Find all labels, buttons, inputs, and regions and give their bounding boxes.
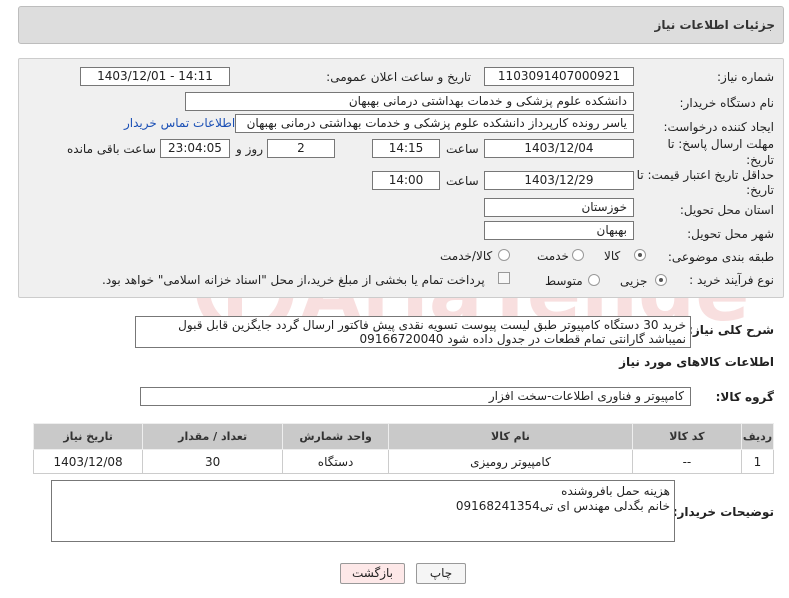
buyer-contact-link[interactable]: اطلاعات تماس خریدار xyxy=(124,116,235,130)
remaining-time-label: ساعت باقی مانده xyxy=(67,142,157,156)
goods-table: ردیف کد کالا نام کالا واحد شمارش تعداد /… xyxy=(32,423,775,474)
city-label: شهر محل تحویل: xyxy=(687,227,774,241)
treasury-payment-checkbox[interactable] xyxy=(498,272,510,284)
process-label: نوع فرآیند خرید : xyxy=(689,273,774,287)
validity-time-label: ساعت xyxy=(446,174,479,188)
days-remaining-field: 2 xyxy=(267,139,335,158)
cell-row: 1 xyxy=(740,449,775,474)
category-option-service: خدمت xyxy=(537,249,569,263)
city-field: بهبهان xyxy=(484,221,634,240)
deadline-label: مهلت ارسال پاسخ: تا xyxy=(667,137,774,151)
col-row: ردیف xyxy=(740,423,775,450)
page-header: جزئیات اطلاعات نیاز xyxy=(18,6,784,44)
need-number-field: 1103091407000921 xyxy=(484,67,634,86)
category-radio-goods[interactable] xyxy=(634,249,646,261)
col-name: نام کالا xyxy=(388,423,633,450)
remaining-time-field: 23:04:05 xyxy=(160,139,230,158)
goods-table-header: ردیف کد کالا نام کالا واحد شمارش تعداد /… xyxy=(32,423,775,450)
deadline-date-label: تاریخ: xyxy=(746,153,774,167)
buyer-org-field: دانشکده علوم پزشکی و خدمات بهداشتی درمان… xyxy=(185,92,634,111)
validity-label: حداقل تاریخ اعتبار قیمت: تا xyxy=(636,168,774,182)
cell-code: -- xyxy=(631,449,742,474)
process-radio-minor[interactable] xyxy=(655,274,667,286)
table-row: 1 -- کامپیوتر رومیزی دستگاه 30 1403/12/0… xyxy=(32,449,775,474)
validity-date-label: تاریخ: xyxy=(746,183,774,197)
description-textarea[interactable]: خرید 30 دستگاه کامپیوتر طبق لیست پیوست ت… xyxy=(135,316,691,348)
cell-name: کامپیوتر رومیزی xyxy=(388,449,633,474)
cell-qty: 30 xyxy=(142,449,284,474)
back-button[interactable]: بازگشت xyxy=(340,563,405,584)
buyer-org-label: نام دستگاه خریدار: xyxy=(679,96,775,110)
need-number-label: شماره نیاز: xyxy=(717,70,774,84)
deadline-time-field: 14:15 xyxy=(372,139,440,158)
category-radio-goods-service[interactable] xyxy=(498,249,510,261)
deadline-date-field: 1403/12/04 xyxy=(484,139,634,158)
creator-label: ایجاد کننده درخواست: xyxy=(663,120,774,134)
page-title: جزئیات اطلاعات نیاز xyxy=(654,18,775,32)
creator-field: یاسر رونده کارپرداز دانشکده علوم پزشکی و… xyxy=(235,114,634,133)
cell-unit: دستگاه xyxy=(282,449,390,474)
col-qty: تعداد / مقدار xyxy=(142,423,284,450)
process-option-medium: متوسط xyxy=(545,274,583,288)
buyer-notes-line-2: خانم بگدلی مهندس ای تی09168241354 xyxy=(455,499,670,513)
buyer-notes-textarea[interactable]: هزینه حمل بافروشنده خانم بگدلی مهندس ای … xyxy=(51,480,675,542)
process-option-minor: جزیی xyxy=(620,274,648,288)
goods-section-title: اطلاعات کالاهای مورد نیاز xyxy=(619,355,774,369)
cell-date: 1403/12/08 xyxy=(32,449,144,474)
goods-group-field: کامپیوتر و فناوری اطلاعات-سخت افزار xyxy=(140,387,691,406)
announce-date-field: 1403/12/01 - 14:11 xyxy=(80,67,230,86)
category-option-goods: کالا xyxy=(604,249,621,263)
goods-group-label: گروه کالا: xyxy=(715,390,774,404)
print-button[interactable]: چاپ xyxy=(416,563,466,584)
process-radio-medium[interactable] xyxy=(588,274,600,286)
validity-time-field: 14:00 xyxy=(372,171,440,190)
category-label: طبقه بندی موضوعی: xyxy=(667,250,774,264)
days-label: روز و xyxy=(236,142,263,156)
validity-date-field: 1403/12/29 xyxy=(484,171,634,190)
col-unit: واحد شمارش xyxy=(282,423,390,450)
buyer-notes-label: توضیحات خریدار: xyxy=(672,505,774,519)
buyer-notes-line-1: هزینه حمل بافروشنده xyxy=(561,484,670,498)
announce-date-label: تاریخ و ساعت اعلان عمومی: xyxy=(326,70,471,84)
province-label: استان محل تحویل: xyxy=(679,203,774,217)
category-radio-service[interactable] xyxy=(572,249,584,261)
col-code: کد کالا xyxy=(631,423,742,450)
category-option-goods-service: کالا/خدمت xyxy=(440,249,493,263)
deadline-time-label: ساعت xyxy=(446,142,479,156)
description-label: شرح کلی نیاز: xyxy=(688,323,774,337)
col-date: تاریخ نیاز xyxy=(32,423,144,450)
treasury-payment-note: پرداخت تمام یا بخشی از مبلغ خرید،از محل … xyxy=(102,273,485,287)
province-field: خوزستان xyxy=(484,198,634,217)
